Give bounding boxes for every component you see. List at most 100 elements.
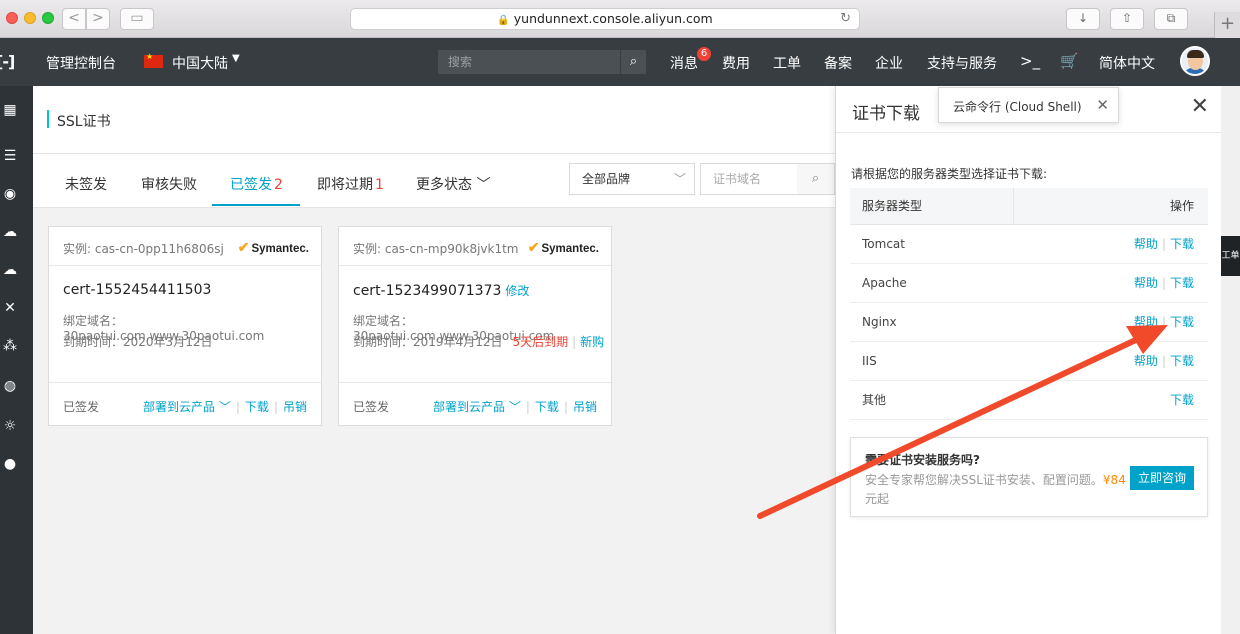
tab-unissued[interactable]: 未签发	[65, 174, 107, 194]
caret-down-icon[interactable]: ▼	[232, 53, 240, 64]
download-link[interactable]: 下载	[245, 400, 269, 414]
chevron-down-icon: ﹀	[476, 177, 491, 193]
deploy-link[interactable]: 部署到云产品	[143, 400, 215, 414]
share-icon[interactable]: ⇧	[1110, 8, 1144, 30]
server-type: Apache	[850, 263, 1014, 303]
close-icon[interactable]: ✕	[1096, 96, 1109, 114]
instance-id: 实例: cas-cn-mp90k8jvk1tm	[353, 242, 519, 256]
deploy-link[interactable]: 部署到云产品	[433, 400, 505, 414]
nodes-icon[interactable]: ⁂	[2, 338, 18, 354]
download-link[interactable]: 下载	[1170, 237, 1194, 251]
cloud-shell-icon[interactable]: >_	[1020, 52, 1040, 70]
cart-icon[interactable]: 🛒	[1060, 52, 1079, 70]
search-icon[interactable]: ⌕	[620, 50, 646, 74]
consult-button[interactable]: 立即咨询	[1130, 466, 1194, 490]
console-link[interactable]: 管理控制台	[46, 53, 116, 73]
forward-button[interactable]: >	[86, 8, 110, 30]
back-button[interactable]: <	[62, 8, 86, 30]
messages-badge: 6	[697, 47, 711, 61]
promo-question: 需要证书安装服务吗?	[865, 453, 980, 467]
nav-tickets[interactable]: 工单	[773, 53, 801, 73]
help-link[interactable]: 帮助	[1134, 354, 1158, 368]
expiry-warning: 5天后到期	[512, 335, 569, 349]
global-search-input[interactable]	[438, 50, 618, 74]
minimize-window-button[interactable]	[24, 12, 36, 24]
nav-billing[interactable]: 费用	[722, 53, 750, 73]
server-type: Nginx	[850, 302, 1014, 342]
close-window-button[interactable]	[6, 12, 18, 24]
globe-icon[interactable]: ◍	[2, 378, 18, 394]
download-link[interactable]: 下载	[1170, 354, 1194, 368]
new-tab-button[interactable]: +	[1214, 12, 1240, 38]
tab-more-status[interactable]: 更多状态 ﹀	[416, 174, 490, 194]
cloud-icon[interactable]: ☁	[2, 224, 18, 240]
revoke-link[interactable]: 吊销	[283, 400, 307, 414]
sidebar-toggle-button[interactable]: ▭	[120, 8, 154, 30]
table-row: Apache 帮助 | 下载	[850, 263, 1208, 303]
nav-messages[interactable]: 消息	[670, 53, 698, 73]
brand-select[interactable]: 全部品牌 ﹀	[569, 163, 695, 195]
expiring-count: 1	[375, 177, 384, 193]
ticket-tab[interactable]: 工单	[1221, 236, 1240, 276]
help-link[interactable]: 帮助	[1134, 276, 1158, 290]
download-link[interactable]: 下载	[1170, 393, 1194, 407]
address-bar[interactable]: 🔒 yundunnext.console.aliyun.com ↻	[350, 8, 860, 30]
help-link[interactable]: 帮助	[1134, 237, 1158, 251]
network-icon[interactable]: ✕	[2, 300, 18, 316]
tab-expiring[interactable]: 即将过期 1	[317, 174, 384, 194]
install-service-promo: 需要证书安装服务吗? 安全专家帮您解决SSL证书安装、配置问题。¥84 元起 立…	[850, 437, 1208, 517]
table-row: IIS 帮助 | 下载	[850, 341, 1208, 381]
status-tabs: 未签发 审核失败 已签发2 即将过期1 更多状态 ﹀ 全部品牌﹀ ⌕	[33, 154, 835, 208]
tab-review-failed[interactable]: 审核失败	[141, 174, 197, 194]
nav-icp[interactable]: 备案	[824, 53, 852, 73]
user-avatar[interactable]	[1180, 46, 1210, 76]
download-link[interactable]: 下载	[1170, 276, 1194, 290]
symantec-logo: ✔ Symantec.	[237, 239, 309, 255]
server-icon[interactable]: ☰	[2, 148, 18, 164]
chevron-down-icon[interactable]: ﹀	[509, 400, 521, 414]
cloud-shield-icon[interactable]: ☼	[2, 418, 18, 434]
expiry-date: 到期时间：2019年4月12日 5天后到期 | 新购	[353, 335, 605, 349]
database-icon[interactable]: ◉	[2, 186, 18, 202]
download-link[interactable]: 下载	[535, 400, 559, 414]
cert-actions: 部署到云产品 ﹀ | 下载 | 吊销	[143, 400, 307, 414]
top-navbar: [-] 管理控制台 中国大陆 ▼ ⌕ 消息 6 费用 工单 备案 企业 支持与服…	[0, 38, 1240, 86]
download-link[interactable]: 下载	[1170, 315, 1194, 329]
zoom-window-button[interactable]	[42, 12, 54, 24]
language-selector[interactable]: 简体中文	[1099, 53, 1155, 73]
grid-icon[interactable]: ▦	[2, 102, 18, 118]
expiry-date: 到期时间：2020年3月12日	[63, 335, 213, 349]
cert-download-panel: 证书下载 ✕ 请根据您的服务器类型选择证书下载: 服务器类型 操作 Tomcat…	[835, 86, 1222, 634]
circle-icon[interactable]: ●	[2, 456, 18, 472]
close-icon[interactable]: ✕	[1191, 96, 1209, 118]
chevron-down-icon[interactable]: ﹀	[219, 400, 231, 414]
promo-description: 安全专家帮您解决SSL证书安装、配置问题。¥84 元起	[865, 473, 1126, 506]
search-icon[interactable]: ⌕	[797, 163, 835, 195]
nav-support[interactable]: 支持与服务	[927, 53, 997, 73]
help-link[interactable]: 帮助	[1134, 315, 1158, 329]
reload-icon[interactable]: ↻	[840, 9, 851, 29]
cloud-upload-icon[interactable]: ☁	[2, 262, 18, 278]
region-selector[interactable]: 中国大陆	[172, 53, 228, 73]
column-header-server: 服务器类型	[850, 188, 1014, 225]
china-flag-icon	[144, 52, 163, 68]
right-edge-strip: 工单	[1221, 86, 1240, 634]
panel-title: 证书下载	[852, 104, 920, 124]
edit-link[interactable]: 修改	[505, 284, 529, 298]
renew-link[interactable]: 新购	[580, 335, 604, 349]
cert-card: 实例: cas-cn-mp90k8jvk1tm ✔ Symantec. cert-…	[338, 226, 612, 426]
tabs-overview-icon[interactable]: ⧉	[1154, 8, 1188, 30]
domain-search-input[interactable]	[700, 163, 798, 195]
column-header-action: 操作	[1013, 188, 1208, 225]
revoke-link[interactable]: 吊销	[573, 400, 597, 414]
aliyun-logo[interactable]: [-]	[0, 52, 15, 71]
cert-status: 已签发	[63, 400, 100, 414]
page-header: SSL证书	[33, 86, 835, 154]
promo-price: ¥84	[1102, 473, 1126, 487]
cert-name: cert-1523499071373 修改	[353, 283, 530, 299]
download-icon[interactable]: ↓	[1066, 8, 1100, 30]
instance-id: 实例: cas-cn-0pp11h6806sj	[63, 242, 224, 256]
global-search: ⌕	[438, 50, 646, 74]
tab-issued[interactable]: 已签发 2	[230, 174, 283, 194]
nav-enterprise[interactable]: 企业	[875, 53, 903, 73]
